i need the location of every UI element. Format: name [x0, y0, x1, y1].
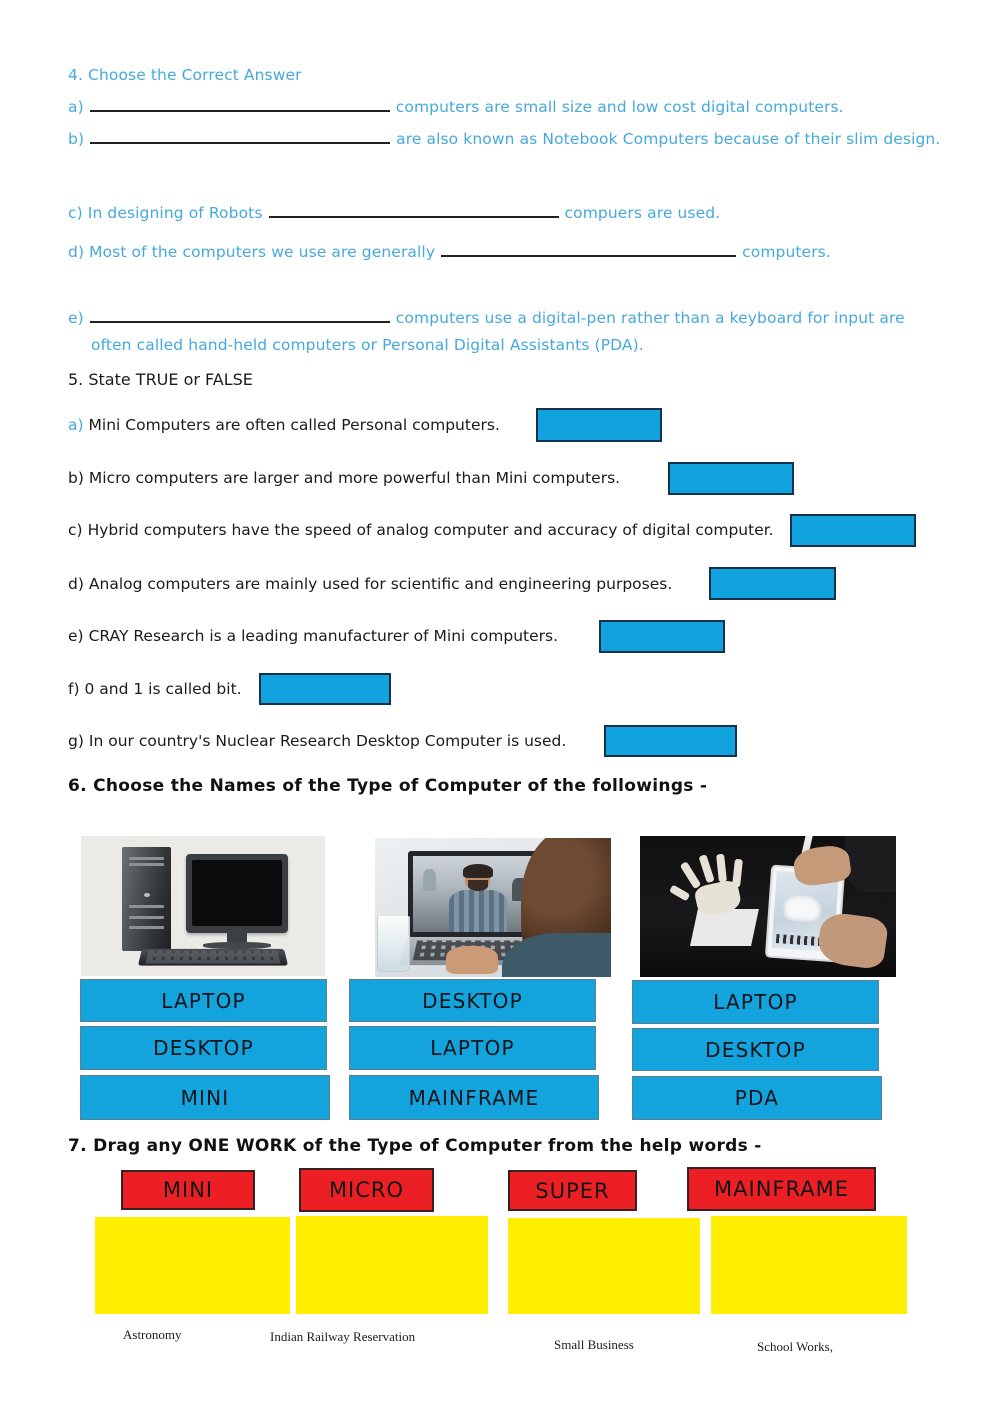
help-word-railway: Indian Railway Reservation: [270, 1329, 416, 1344]
section5-item-g: g) In our country's Nuclear Research Des…: [68, 732, 566, 750]
item-label: f): [68, 680, 80, 698]
desktop-computer-photo: [81, 836, 325, 976]
option-c2-3[interactable]: MAINFRAME: [349, 1075, 599, 1120]
item-text: Mini Computers are often called Personal…: [88, 416, 500, 434]
drop-zone-micro[interactable]: [296, 1216, 488, 1314]
section4-heading: 4. Choose the Correct Answer: [68, 66, 302, 84]
section4-item-b: b) are also known as Notebook Computers …: [68, 130, 940, 148]
true-false-answer-b[interactable]: [668, 462, 794, 495]
fill-blank-a[interactable]: [89, 98, 390, 112]
option-c1-2[interactable]: DESKTOP: [80, 1026, 327, 1070]
fill-blank-c[interactable]: [268, 204, 559, 218]
option-c2-2[interactable]: LAPTOP: [349, 1026, 596, 1070]
section5-item-d: d) Analog computers are mainly used for …: [68, 575, 672, 593]
true-false-answer-c[interactable]: [790, 514, 916, 547]
option-c2-1[interactable]: DESKTOP: [349, 979, 596, 1022]
item-label: d): [68, 575, 84, 593]
item-text: 0 and 1 is called bit.: [84, 680, 242, 698]
item-label: d): [68, 243, 85, 261]
item-text: In our country's Nuclear Research Deskto…: [88, 732, 567, 750]
item-text-before: Most of the computers we use are general…: [89, 243, 436, 261]
tablet-stylus-photo: [640, 836, 896, 977]
section5-item-e: e) CRAY Research is a leading manufactur…: [68, 627, 558, 645]
option-c3-2[interactable]: DESKTOP: [632, 1028, 879, 1071]
help-word-small-business: Small Business: [554, 1337, 634, 1352]
section5-heading: 5. State TRUE or FALSE: [68, 370, 253, 389]
item-label: a): [68, 416, 84, 434]
true-false-answer-g[interactable]: [604, 725, 737, 757]
item-text-before: In designing of Robots: [87, 204, 263, 222]
item-label: e): [68, 627, 84, 645]
section4-item-e: e) computers use a digital-pen rather th…: [68, 309, 905, 327]
section5-item-b: b) Micro computers are larger and more p…: [68, 469, 620, 487]
drop-zone-mainframe[interactable]: [711, 1216, 907, 1314]
item-label: b): [68, 469, 84, 487]
true-false-answer-a[interactable]: [536, 408, 662, 442]
laptop-video-call-photo: [375, 838, 611, 977]
worksheet-page: 4. Choose the Correct Answer a) computer…: [0, 0, 1000, 1414]
option-c1-1[interactable]: LAPTOP: [80, 979, 327, 1022]
help-word-school-works: School Works,: [757, 1339, 833, 1354]
fill-blank-b[interactable]: [90, 130, 391, 144]
section6-heading: 6. Choose the Names of the Type of Compu…: [68, 776, 708, 796]
option-c3-1[interactable]: LAPTOP: [632, 980, 879, 1024]
item-text-after: compuers are used.: [564, 204, 721, 222]
section7-heading: 7. Drag any ONE WORK of the Type of Comp…: [68, 1136, 762, 1156]
section4-item-c: c) In designing of Robots compuers are u…: [68, 204, 720, 222]
type-label-mainframe[interactable]: MAINFRAME: [687, 1167, 876, 1211]
type-label-micro[interactable]: MICRO: [299, 1168, 434, 1212]
item-text: Micro computers are larger and more powe…: [88, 469, 621, 487]
option-c1-3[interactable]: MINI: [80, 1075, 330, 1120]
drop-zone-super[interactable]: [508, 1218, 700, 1314]
item-text: CRAY Research is a leading manufacturer …: [88, 627, 559, 645]
section4-item-e-line2: often called hand-held computers or Pers…: [91, 336, 644, 354]
item-text: Hybrid computers have the speed of analo…: [87, 521, 774, 539]
drop-zone-mini[interactable]: [95, 1217, 290, 1314]
section5-item-a: a) Mini Computers are often called Perso…: [68, 416, 500, 434]
item-label: g): [68, 732, 84, 750]
section4-item-a: a) computers are small size and low cost…: [68, 98, 844, 116]
item-label: e): [68, 309, 84, 327]
item-label: c): [68, 204, 83, 222]
item-label: c): [68, 521, 83, 539]
type-label-super[interactable]: SUPER: [508, 1170, 637, 1211]
fill-blank-d[interactable]: [441, 243, 737, 257]
item-label: a): [68, 98, 84, 116]
true-false-answer-d[interactable]: [709, 567, 836, 600]
section5-item-f: f) 0 and 1 is called bit.: [68, 680, 242, 698]
true-false-answer-e[interactable]: [599, 620, 725, 653]
item-text: computers use a digital-pen rather than …: [395, 309, 905, 327]
fill-blank-e[interactable]: [89, 309, 390, 323]
item-label: b): [68, 130, 85, 148]
item-text: are also known as Notebook Computers bec…: [396, 130, 941, 148]
item-text-after: computers.: [742, 243, 831, 261]
section5-item-c: c) Hybrid computers have the speed of an…: [68, 521, 774, 539]
option-c3-3[interactable]: PDA: [632, 1076, 882, 1120]
item-text: computers are small size and low cost di…: [395, 98, 844, 116]
true-false-answer-f[interactable]: [259, 673, 391, 705]
item-text: Analog computers are mainly used for sci…: [88, 575, 673, 593]
type-label-mini[interactable]: MINI: [121, 1170, 255, 1210]
help-word-astronomy: Astronomy: [123, 1327, 182, 1342]
section4-item-d: d) Most of the computers we use are gene…: [68, 243, 831, 261]
